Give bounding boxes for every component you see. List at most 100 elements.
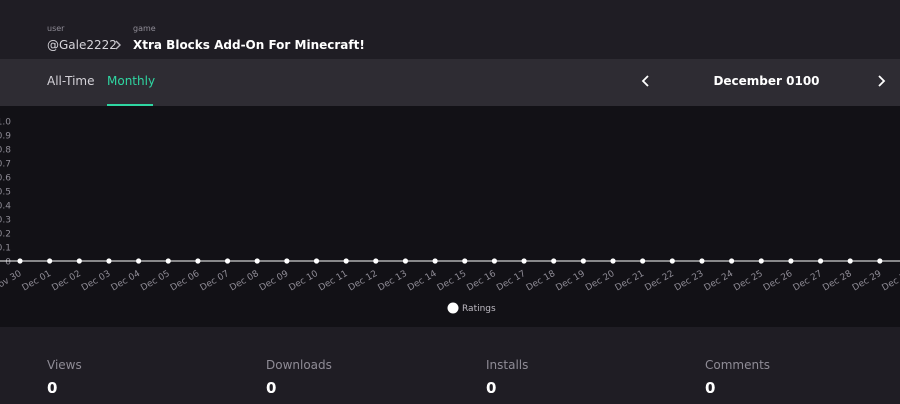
x-tick-label: Dec 21 — [614, 269, 646, 294]
stat-downloads: Downloads 0 — [266, 358, 332, 397]
stat-value: 0 — [266, 379, 277, 397]
y-tick-label: 0.4 — [0, 202, 11, 212]
legend-swatch — [447, 302, 459, 314]
ratings-chart: 00.10.20.30.40.50.60.70.80.91.0Nov 30Dec… — [0, 106, 900, 327]
user-caption: user — [47, 24, 65, 33]
ratings-data-point — [877, 258, 883, 264]
breadcrumb-user[interactable]: user @Gale2222 — [47, 24, 117, 53]
ratings-data-point — [284, 258, 290, 264]
stat-value: 0 — [705, 379, 716, 397]
ratings-data-point — [165, 258, 171, 264]
ratings-data-point — [669, 258, 675, 264]
x-tick-label: Dec 08 — [228, 269, 261, 294]
ratings-data-point — [729, 258, 735, 264]
x-tick-label: Dec 17 — [495, 269, 527, 294]
y-tick-label: 0.2 — [0, 230, 11, 240]
stat-label: Comments — [705, 358, 771, 372]
ratings-data-point — [521, 258, 527, 264]
x-tick-label: Dec 29 — [851, 269, 884, 294]
ratings-data-point — [640, 258, 646, 264]
chevron-right-icon — [115, 40, 121, 50]
tab-monthly[interactable]: Monthly — [107, 74, 155, 88]
y-tick-label: 0.6 — [0, 174, 11, 184]
game-title[interactable]: Xtra Blocks Add-On For Minecraft! — [133, 37, 365, 53]
stat-value: 0 — [47, 379, 58, 397]
x-tick-label: Dec 13 — [376, 269, 408, 294]
ratings-data-point — [343, 258, 349, 264]
stats-bar: Views 0 Downloads 0 Installs 0 Comments … — [0, 327, 900, 404]
x-tick-label: Dec 06 — [169, 269, 202, 294]
ratings-data-point — [491, 258, 497, 264]
x-tick-label: Dec 14 — [406, 269, 439, 294]
chevron-right-icon[interactable] — [873, 73, 889, 89]
ratings-data-point — [224, 258, 231, 264]
x-tick-label: Dec 20 — [584, 269, 617, 294]
y-tick-label: 0.3 — [0, 216, 11, 226]
y-tick-label: 0.9 — [0, 132, 11, 142]
x-tick-label: Dec 10 — [288, 269, 321, 294]
x-tick-label: Dec 07 — [199, 269, 231, 294]
x-tick-label: Dec 05 — [139, 269, 171, 294]
user-name[interactable]: @Gale2222 — [47, 37, 117, 53]
y-tick-label: 0.8 — [0, 146, 11, 156]
y-tick-label: 1.0 — [0, 118, 11, 128]
stat-label: Views — [47, 358, 82, 372]
tab-all-time[interactable]: All-Time — [47, 74, 94, 88]
x-tick-label: Dec 24 — [703, 269, 736, 294]
ratings-data-point — [610, 258, 616, 264]
x-tick-label: Dec 26 — [762, 269, 795, 294]
stat-value: 0 — [486, 379, 497, 397]
x-tick-label: Dec 02 — [50, 269, 82, 294]
stat-label: Downloads — [266, 358, 332, 372]
period-label: December 0100 — [713, 74, 820, 88]
x-tick-label: Dec 12 — [347, 269, 379, 294]
x-tick-label: Dec 04 — [110, 269, 143, 294]
stat-label: Installs — [486, 358, 529, 372]
ratings-data-point — [788, 258, 794, 264]
ratings-data-point — [136, 258, 142, 264]
x-tick-label: Dec 30 — [881, 269, 900, 294]
ratings-data-point — [758, 258, 764, 264]
y-tick-label: 0.7 — [0, 160, 11, 170]
x-tick-label: Dec 01 — [21, 269, 53, 294]
stat-installs: Installs 0 — [486, 358, 528, 397]
ratings-data-point — [195, 258, 201, 264]
ratings-data-point — [17, 258, 23, 264]
stat-comments: Comments 0 — [705, 358, 770, 397]
y-tick-label: 0 — [5, 258, 11, 268]
x-tick-label: Dec 28 — [821, 269, 854, 294]
stat-views: Views 0 — [47, 358, 82, 397]
y-tick-label: 0.5 — [0, 188, 11, 198]
y-tick-label: 0.1 — [0, 244, 11, 254]
ratings-data-point — [580, 258, 586, 264]
x-tick-label: Dec 09 — [258, 269, 291, 294]
header: user @Gale2222 game Xtra Blocks Add-On F… — [0, 0, 900, 59]
chart-svg: 00.10.20.30.40.50.60.70.80.91.0Nov 30Dec… — [0, 118, 900, 314]
x-tick-label: Dec 27 — [792, 269, 824, 294]
ratings-data-point — [373, 258, 379, 264]
ratings-data-point — [76, 258, 82, 264]
breadcrumb-game[interactable]: game Xtra Blocks Add-On For Minecraft! — [133, 24, 365, 53]
x-tick-label: Dec 03 — [80, 269, 112, 294]
legend-label: Ratings — [462, 304, 496, 314]
ratings-data-point — [106, 258, 112, 264]
x-tick-label: Dec 19 — [554, 269, 587, 294]
tab-bar: All-Time Monthly December 0100 — [0, 59, 900, 106]
x-tick-label: Nov 30 — [0, 269, 24, 294]
game-caption: game — [133, 24, 156, 33]
x-tick-label: Dec 25 — [732, 269, 764, 294]
x-tick-label: Dec 11 — [317, 269, 349, 294]
ratings-data-point — [402, 258, 409, 264]
ratings-data-point — [817, 258, 824, 264]
ratings-data-point — [699, 258, 705, 264]
ratings-data-point — [432, 258, 438, 264]
ratings-data-point — [462, 258, 468, 264]
x-tick-label: Dec 16 — [465, 269, 498, 294]
ratings-data-point — [313, 258, 320, 264]
ratings-data-point — [254, 258, 260, 264]
ratings-data-point — [847, 258, 853, 264]
x-tick-label: Dec 15 — [436, 269, 468, 294]
ratings-data-point — [551, 258, 557, 264]
x-tick-label: Dec 18 — [525, 269, 558, 294]
ratings-data-point — [47, 258, 53, 264]
